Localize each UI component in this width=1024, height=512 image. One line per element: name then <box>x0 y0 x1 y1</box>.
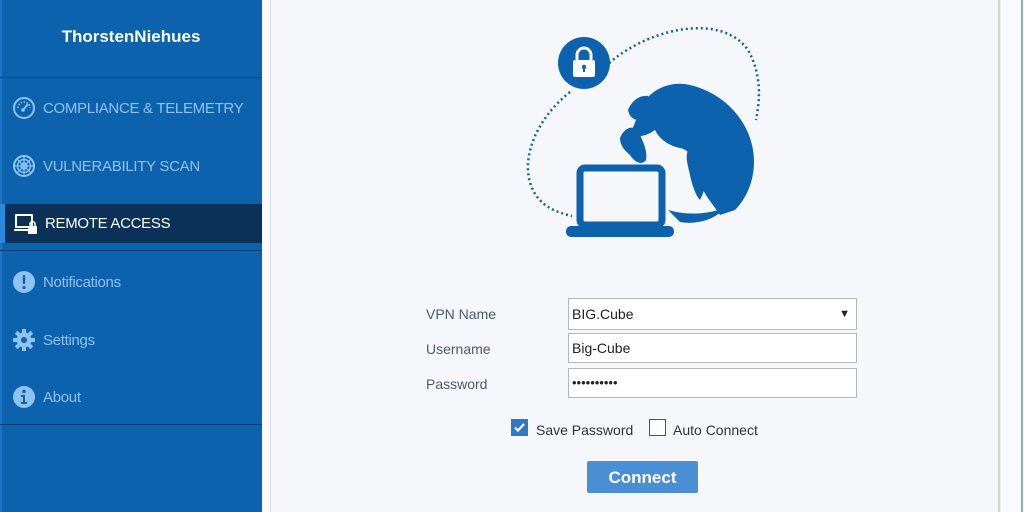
sidebar-item-remote-access[interactable]: REMOTE ACCESS <box>5 204 262 243</box>
sidebar-item-label: REMOTE ACCESS <box>45 215 171 232</box>
sidebar-item-compliance-telemetry[interactable]: COMPLIANCE & TELEMETRY <box>0 88 262 128</box>
password-input[interactable]: •••••••••• <box>568 368 857 398</box>
exclamation-circle-icon <box>11 269 37 295</box>
vpn-illustration <box>520 10 770 245</box>
auto-connect-checkbox[interactable] <box>649 419 666 436</box>
divider <box>0 77 262 78</box>
save-password-checkbox[interactable] <box>511 419 528 436</box>
user-name: ThorstenNiehues <box>61 27 201 46</box>
panel-gap <box>262 0 271 512</box>
sidebar-item-label: Notifications <box>43 273 121 291</box>
password-label: Password <box>426 376 488 392</box>
auto-connect-label[interactable]: Auto Connect <box>673 422 758 438</box>
info-circle-icon <box>11 384 37 410</box>
globe-icon <box>620 83 755 223</box>
radar-icon <box>11 153 37 179</box>
window-border <box>1021 0 1023 512</box>
username-input[interactable]: Big-Cube <box>568 333 857 363</box>
gear-icon <box>11 327 37 353</box>
lock-icon <box>558 37 610 89</box>
vpn-name-value: BIG.Cube <box>572 306 634 322</box>
sidebar-item-label: COMPLIANCE & TELEMETRY <box>43 99 244 117</box>
speedometer-icon <box>11 95 37 121</box>
sidebar-item-label: VULNERABILITY SCAN <box>43 157 200 175</box>
checkmark-icon <box>514 423 525 433</box>
chevron-down-icon: ▼ <box>839 308 850 320</box>
computer-lock-icon <box>13 211 39 237</box>
sidebar-item-notifications[interactable]: Notifications <box>0 262 262 302</box>
vpn-name-select[interactable]: BIG.Cube ▼ <box>568 298 857 330</box>
connect-button[interactable]: Connect <box>587 461 698 493</box>
sidebar-item-label: About <box>43 388 81 406</box>
laptop-icon <box>566 164 674 237</box>
save-password-label[interactable]: Save Password <box>536 422 633 438</box>
sidebar-item-settings[interactable]: Settings <box>0 320 262 360</box>
sidebar-item-vulnerability-scan[interactable]: VULNERABILITY SCAN <box>0 146 262 186</box>
username-label: Username <box>426 341 491 357</box>
divider <box>0 424 262 425</box>
sidebar-item-label: Settings <box>43 331 95 349</box>
vpn-name-label: VPN Name <box>426 306 497 322</box>
sidebar: ThorstenNiehues COMPLIANCE & TELEMETRY V… <box>0 0 262 512</box>
divider <box>0 250 262 251</box>
sidebar-item-about[interactable]: About <box>0 377 262 417</box>
